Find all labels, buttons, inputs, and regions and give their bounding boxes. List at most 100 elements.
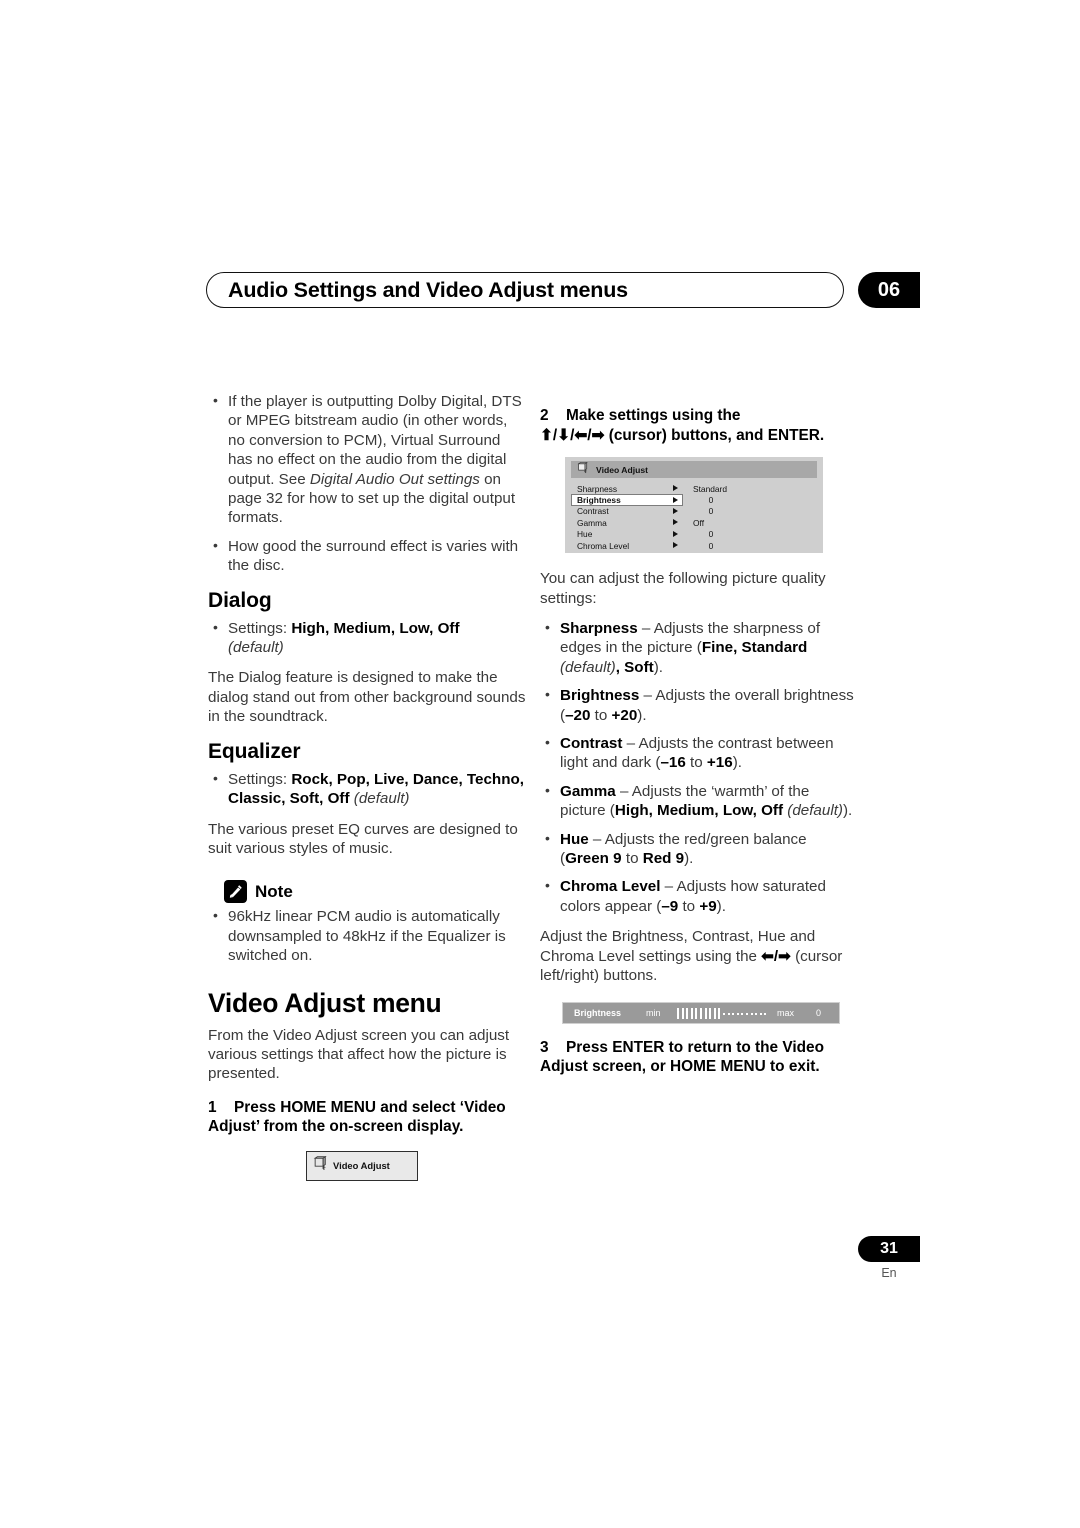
slider-tick-filled: [718, 1008, 721, 1019]
step-2-line1: Make settings using the: [566, 407, 741, 424]
setting-name: Contrast: [560, 735, 623, 753]
step-1-text: Press HOME MENU and select ‘Video Adjust…: [208, 1098, 506, 1136]
chevron-right-icon: [673, 542, 678, 549]
picture-quality-intro: You can adjust the following picture qua…: [540, 570, 826, 607]
slider-tick-filled: [704, 1008, 707, 1019]
equalizer-settings-list: Settings: Rock, Pop, Live, Dance, Techno…: [208, 769, 526, 809]
manual-page: Audio Settings and Video Adjust menus 06…: [0, 0, 1080, 1528]
step-1-number: 1: [208, 1098, 217, 1116]
osd-row-chroma-level[interactable]: Chroma Level 0: [571, 540, 817, 551]
slider-tick-empty: [741, 1012, 744, 1015]
page-title: Audio Settings and Video Adjust menus: [228, 278, 628, 302]
osd-row-gamma[interactable]: Gamma Off: [571, 517, 817, 528]
slider-tick-empty: [759, 1012, 762, 1015]
list-item: Settings: High, Medium, Low, Off (default…: [208, 618, 526, 658]
osd-row-sharpness[interactable]: Sharpness Standard: [571, 483, 817, 494]
chapter-number: 06: [877, 278, 901, 301]
osd-row-brightness[interactable]: Brightness 0: [571, 494, 817, 507]
setting-name: Sharpness: [560, 620, 638, 637]
heading-equalizer: Equalizer: [208, 739, 301, 763]
slider-tick-filled: [709, 1008, 712, 1019]
osd-brightness-value: 0: [816, 1007, 822, 1018]
osd-video-adjust-panel: Video Adjust Sharpness Standard Brightne…: [565, 457, 823, 554]
chevron-right-icon: [673, 485, 678, 492]
list-item-contrast: Contrast – Adjusts the contrast between …: [540, 733, 858, 773]
osd-row-hue[interactable]: Hue 0: [571, 529, 817, 540]
settings-prefix: Settings:: [228, 770, 292, 788]
list-item-brightness: Brightness – Adjusts the overall brightn…: [540, 685, 858, 725]
slider-tick-filled: [690, 1008, 693, 1019]
slider-tick-filled: [681, 1008, 684, 1019]
chevron-right-icon: [673, 519, 678, 526]
step-2-number: 2: [540, 407, 549, 424]
pencil-icon: [224, 880, 247, 904]
dialog-settings-list: Settings: High, Medium, Low, Off (default…: [208, 618, 526, 658]
list-item: How good the surround effect is varies w…: [208, 536, 526, 576]
setting-name: Brightness: [560, 687, 640, 705]
step-2: 2 Make settings using the ⬆/⬇/⬅/➡ (cursor…: [540, 406, 858, 445]
osd-row-value: 0: [708, 506, 714, 517]
chapter-header: Audio Settings and Video Adjust menus 06: [206, 272, 920, 308]
list-item-gamma: Gamma – Adjusts the ‘warmth’ of the pict…: [540, 781, 858, 821]
slider-tick-empty: [764, 1012, 767, 1015]
list-item: 96kHz linear PCM audio is automatically …: [208, 906, 526, 965]
osd-row-label: Hue: [577, 529, 593, 540]
osd-brightness-max-label: max: [777, 1007, 795, 1018]
settings-default: (default): [228, 639, 284, 657]
video-adjust-icon: [576, 461, 589, 479]
settings-default: (default): [353, 790, 410, 808]
list-item-hue: Hue – Adjusts the red/green balance (Gre…: [540, 829, 858, 869]
page-footer: 31 En: [858, 1236, 920, 1280]
video-adjust-icon: [312, 1155, 328, 1176]
cursor-left-right-icon: ⬅/➡: [761, 947, 791, 965]
osd-row-value: 0: [708, 540, 714, 551]
slider-tick-empty: [755, 1012, 758, 1015]
step-3-text: Press ENTER to return to the Video Adjus…: [540, 1038, 824, 1076]
osd-brightness-label: Brightness: [574, 1007, 622, 1018]
virtual-surround-notes: If the player is outputting Dolby Digita…: [208, 391, 526, 576]
slider-tick-empty: [750, 1012, 753, 1015]
settings-prefix: Settings:: [228, 619, 292, 637]
slider-tick-filled: [695, 1008, 698, 1019]
osd-row-value: Off: [693, 517, 705, 528]
video-adjust-menu-paragraph: From the Video Adjust screen you can adj…: [208, 1026, 510, 1083]
osd-row-value: 0: [708, 495, 714, 506]
slider-tick-filled: [677, 1008, 679, 1019]
slider-tick-empty: [722, 1012, 725, 1015]
osd-row-contrast[interactable]: Contrast 0: [571, 506, 817, 517]
picture-quality-settings-list: Sharpness – Adjusts the sharpness of edg…: [540, 618, 858, 916]
step-3-number: 3: [540, 1038, 549, 1056]
osd-row-value: 0: [708, 529, 714, 540]
osd-row-label: Sharpness: [577, 483, 618, 494]
note-label: Note: [255, 881, 293, 901]
chevron-right-icon: [673, 507, 678, 514]
slider-tick-empty: [732, 1012, 735, 1015]
note-header: Note: [224, 880, 526, 904]
list-item-chroma-level: Chroma Level – Adjusts how saturated col…: [540, 876, 858, 916]
step-3: 3 Press ENTER to return to the Video Adju…: [540, 1038, 858, 1077]
settings-values: High, Medium, Low, Off: [291, 619, 460, 637]
slider-tick-filled: [713, 1008, 716, 1019]
slider-tick-filled: [686, 1008, 689, 1019]
osd-panel-rows: Sharpness Standard Brightness 0 Contrast…: [571, 483, 817, 551]
slider-tick-filled: [699, 1008, 702, 1019]
chevron-right-icon: [673, 496, 678, 503]
slider-tick-empty: [745, 1012, 748, 1015]
osd-brightness-ticks: [677, 1008, 769, 1020]
osd-video-adjust-button[interactable]: Video Adjust: [306, 1150, 418, 1181]
osd-brightness-slider[interactable]: Brightness min max 0: [562, 1001, 840, 1024]
adjust-paragraph: Adjust the Brightness, Contrast, Hue and…: [540, 928, 843, 985]
step-1: 1 Press HOME MENU and select ‘Video Adjus…: [208, 1098, 526, 1137]
osd-row-value: Standard: [693, 483, 727, 494]
osd-row-label: Contrast: [577, 506, 609, 517]
step-2-line2: (cursor) buttons, and ENTER.: [608, 426, 825, 444]
osd-row-label: Gamma: [577, 517, 607, 528]
osd-panel-title: Video Adjust: [596, 464, 649, 475]
slider-tick-empty: [736, 1012, 739, 1015]
osd-brightness-min-label: min: [646, 1007, 661, 1018]
dialog-paragraph: The Dialog feature is designed to make t…: [208, 669, 526, 726]
heading-video-adjust-menu: Video Adjust menu: [208, 987, 442, 1018]
list-item: Settings: Rock, Pop, Live, Dance, Techno…: [208, 769, 526, 809]
osd-row-label: Brightness: [577, 495, 621, 506]
chapter-number-badge: 06: [858, 272, 920, 308]
